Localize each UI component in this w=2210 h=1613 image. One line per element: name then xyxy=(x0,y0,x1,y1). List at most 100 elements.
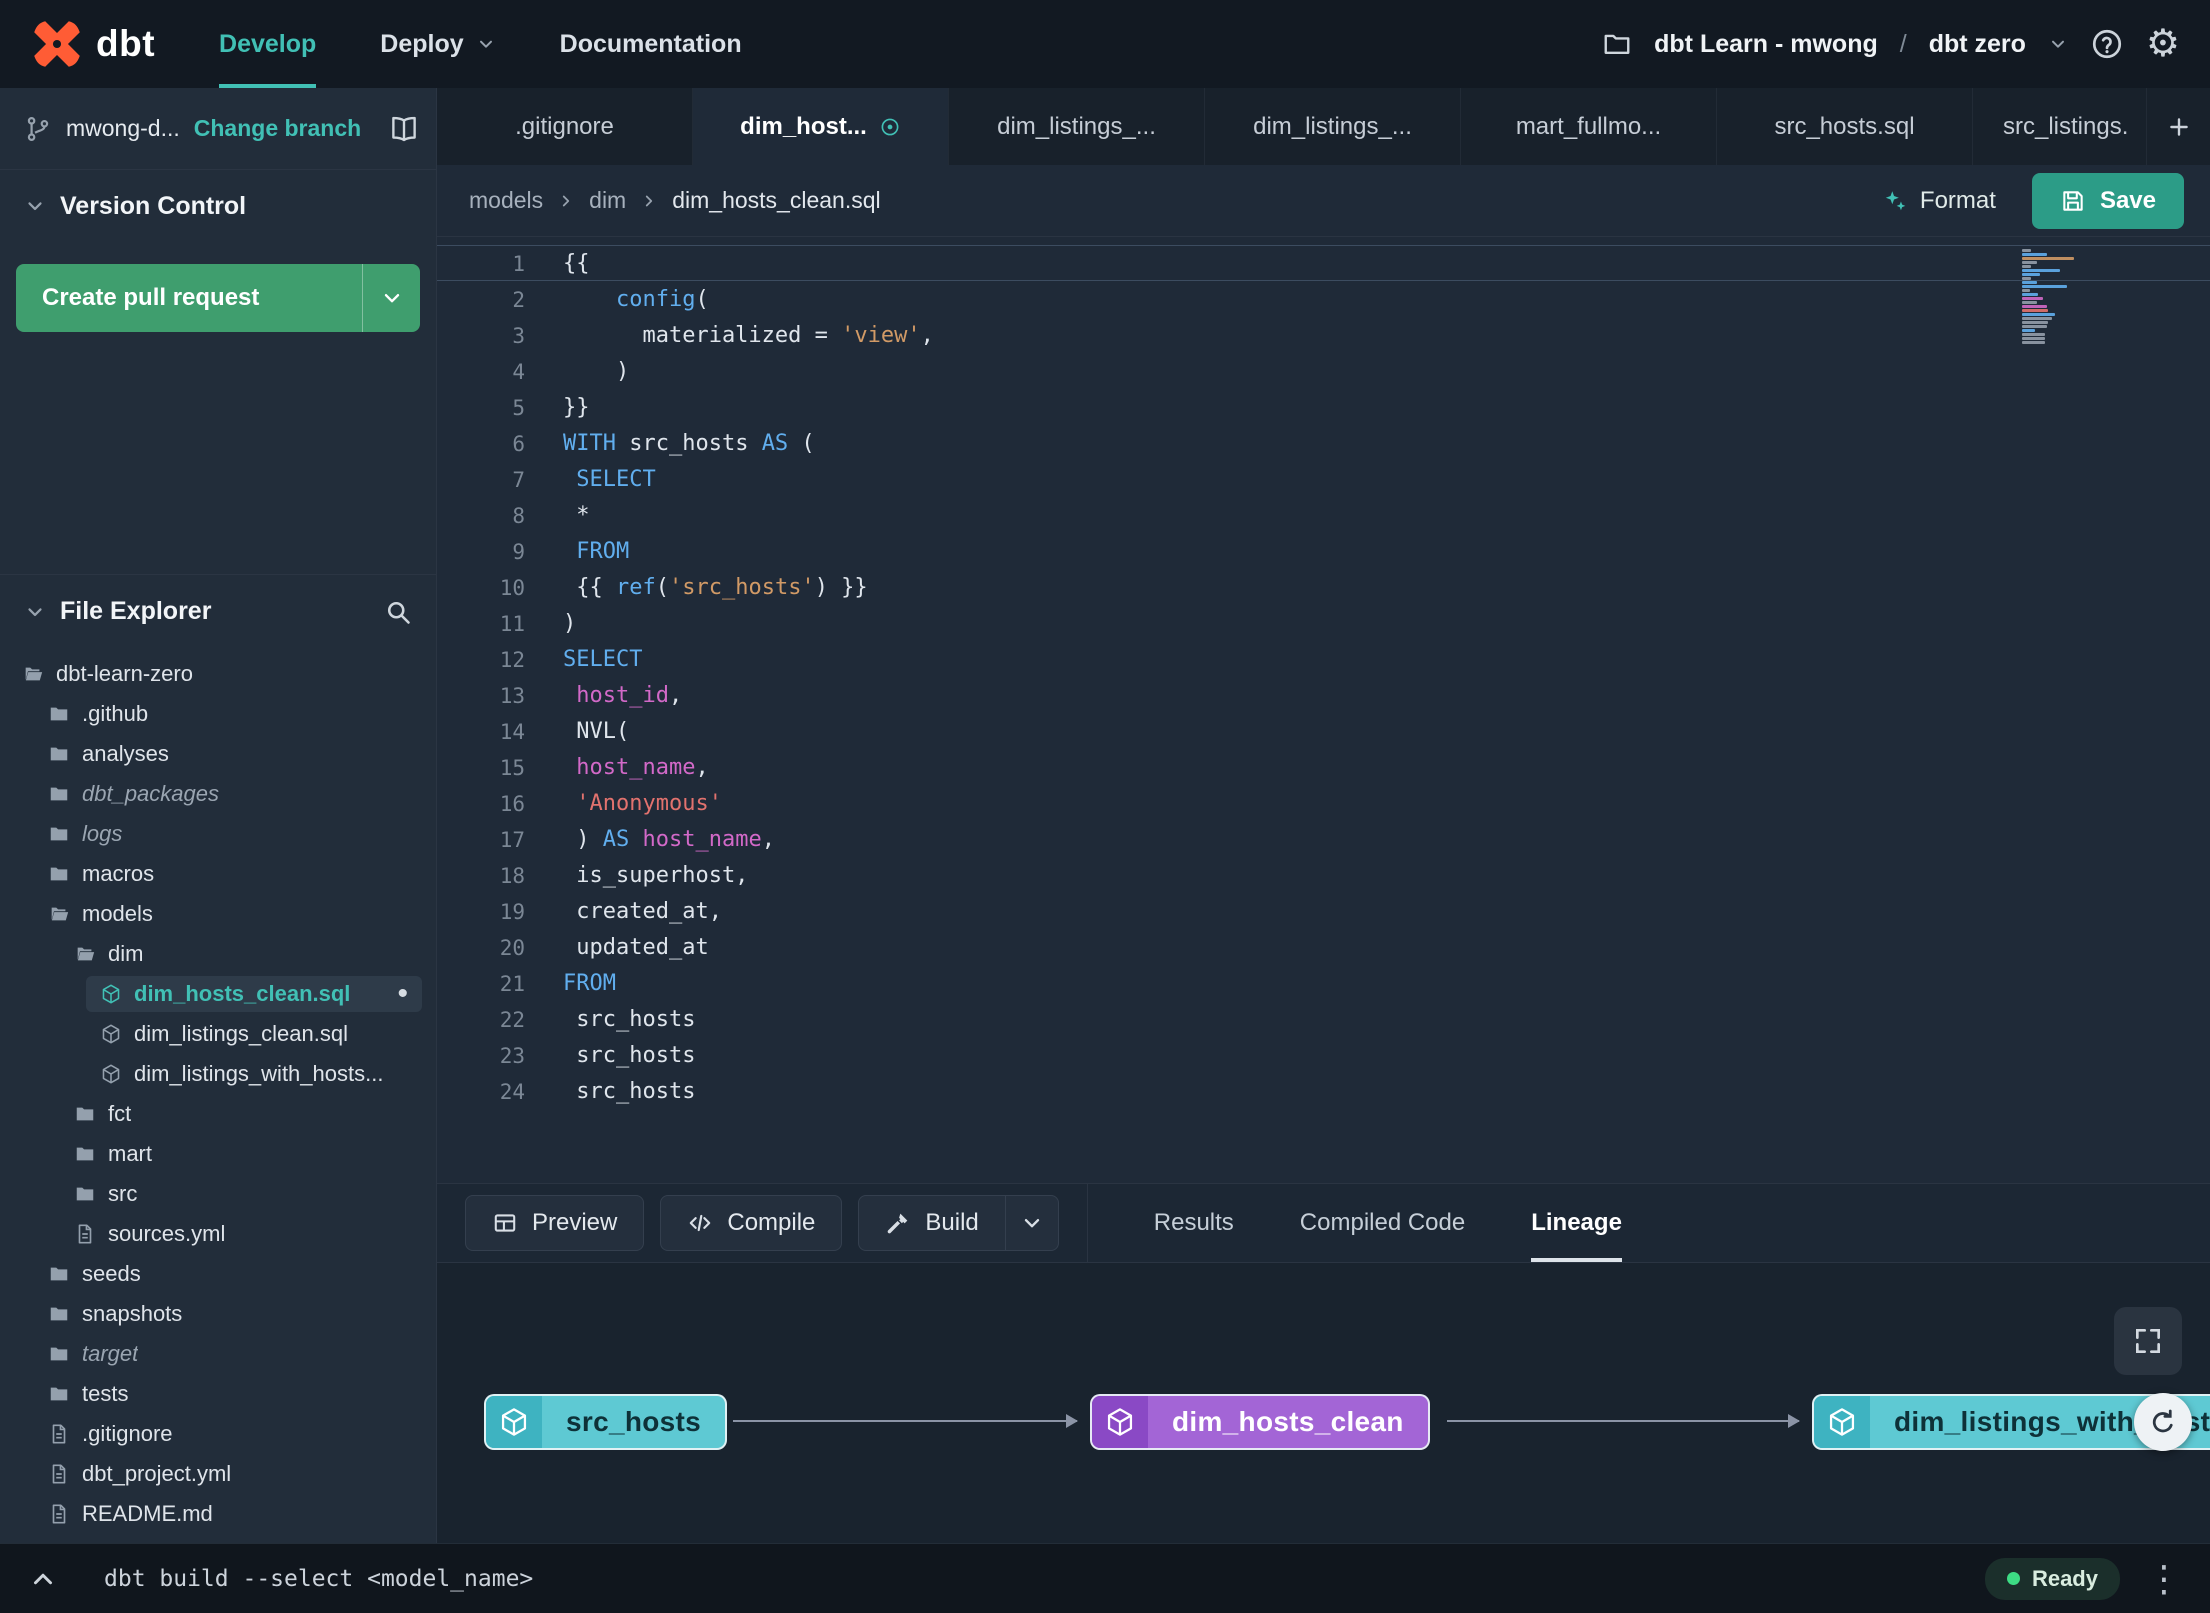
tree-item[interactable]: models xyxy=(0,894,436,934)
code-line[interactable]: 21 FROM xyxy=(437,965,2210,1001)
code-line[interactable]: 24 src_hosts xyxy=(437,1073,2210,1109)
tree-item[interactable]: dbt_packages xyxy=(0,774,436,814)
tree-item[interactable]: seeds xyxy=(0,1254,436,1294)
editor-tab[interactable]: dim_listings_... xyxy=(1205,88,1461,165)
editor-tab[interactable]: src_hosts.sql xyxy=(1717,88,1973,165)
editor-tab[interactable]: dim_listings_... xyxy=(949,88,1205,165)
editor-tab[interactable]: mart_fullmo... xyxy=(1461,88,1717,165)
preview-button[interactable]: Preview xyxy=(465,1195,645,1251)
dbt-logo[interactable]: dbt xyxy=(30,0,155,88)
format-button[interactable]: Format xyxy=(1882,187,1996,215)
tree-item[interactable]: dbt-learn-zero xyxy=(0,654,436,694)
nav-item-documentation[interactable]: Documentation xyxy=(560,0,742,88)
tree-item[interactable]: target xyxy=(0,1334,436,1374)
code-line[interactable]: 18 is_superhost, xyxy=(437,857,2210,893)
create-pull-request-button[interactable]: Create pull request xyxy=(16,264,420,332)
editor-tab[interactable]: .gitignore xyxy=(437,88,693,165)
file-explorer-header[interactable]: File Explorer xyxy=(0,575,436,648)
environment-caret-icon[interactable] xyxy=(2048,34,2068,54)
gear-icon[interactable]: ⚙ xyxy=(2146,25,2180,63)
chevron-down-icon[interactable] xyxy=(24,195,46,217)
refresh-lineage-button[interactable] xyxy=(2134,1393,2192,1451)
code-line[interactable]: 20 updated_at xyxy=(437,929,2210,965)
code-editor[interactable]: 1{{2 config(3 materialized = 'view', 4 ) 5… xyxy=(437,237,2210,1183)
code-line[interactable]: 13 host_id, xyxy=(437,677,2210,713)
tree-item[interactable]: tests xyxy=(0,1374,436,1414)
folder-open-icon xyxy=(22,663,44,685)
editor-tab[interactable]: src_listings. xyxy=(1973,88,2146,165)
code-line[interactable]: 1 {{ xyxy=(437,245,2210,281)
tree-item[interactable]: macros xyxy=(0,854,436,894)
breadcrumb-item[interactable]: dim xyxy=(589,187,626,214)
save-button[interactable]: Save xyxy=(2031,172,2184,229)
tree-item[interactable]: logs xyxy=(0,814,436,854)
minimap[interactable] xyxy=(2022,249,2078,344)
version-control-header[interactable]: Version Control xyxy=(0,170,436,242)
editor-tab[interactable]: dim_host... xyxy=(693,88,949,165)
tree-item[interactable]: sources.yml xyxy=(0,1214,436,1254)
chevron-down-icon[interactable] xyxy=(24,601,46,623)
build-dropdown-caret[interactable] xyxy=(1004,1195,1059,1251)
branch-name: mwong-d... xyxy=(66,115,180,141)
tree-item[interactable]: dbt_project.yml xyxy=(0,1454,436,1494)
tree-item[interactable]: src xyxy=(0,1174,436,1214)
tree-item[interactable]: snapshots xyxy=(0,1294,436,1334)
command-hint[interactable]: dbt build --select <model_name> xyxy=(104,1566,533,1592)
lineage-graph[interactable]: src_hosts dim_hosts_clean dim_listings_wit… xyxy=(437,1263,2210,1543)
code-line[interactable]: 22 src_hosts xyxy=(437,1001,2210,1037)
tree-item[interactable]: fct xyxy=(0,1094,436,1134)
build-button[interactable]: Build xyxy=(858,1195,1006,1251)
tree-item[interactable]: analyses xyxy=(0,734,436,774)
nav-item-develop[interactable]: Develop xyxy=(219,0,317,88)
docs-book-icon[interactable] xyxy=(389,114,419,144)
breadcrumb-item[interactable]: models xyxy=(469,187,543,214)
code-line[interactable]: 17 ) AS host_name, xyxy=(437,821,2210,857)
breadcrumb: models dim dim_hosts_clean.sql xyxy=(469,187,881,214)
code-line[interactable]: 6 WITH src_hosts AS ( xyxy=(437,425,2210,461)
panel-tab-results[interactable]: Results xyxy=(1154,1184,1234,1262)
code-line[interactable]: 9 FROM xyxy=(437,533,2210,569)
code-line[interactable]: 3 materialized = 'view', xyxy=(437,317,2210,353)
new-tab-button[interactable] xyxy=(2146,88,2210,165)
lineage-node[interactable]: dim_hosts_clean xyxy=(1090,1394,1430,1450)
code-line[interactable]: 7 SELECT xyxy=(437,461,2210,497)
change-branch-link[interactable]: Change branch xyxy=(194,115,361,142)
fullscreen-button[interactable] xyxy=(2114,1307,2182,1375)
tree-item[interactable]: .gitignore xyxy=(0,1414,436,1454)
kebab-menu-icon[interactable]: ⋮ xyxy=(2146,1560,2182,1597)
branch-bar: mwong-d... Change branch xyxy=(0,88,436,170)
code-line[interactable]: 10 {{ ref('src_hosts') }} xyxy=(437,569,2210,605)
nav-item-deploy[interactable]: Deploy xyxy=(380,0,495,88)
code-line[interactable]: 8 * xyxy=(437,497,2210,533)
code-line[interactable]: 11) xyxy=(437,605,2210,641)
tree-item[interactable]: dim xyxy=(0,934,436,974)
chevron-up-icon[interactable] xyxy=(28,1564,58,1594)
code-line[interactable]: 5}} xyxy=(437,389,2210,425)
tree-item[interactable]: dim_hosts_clean.sql • xyxy=(0,974,436,1014)
code-line[interactable]: 19 created_at, xyxy=(437,893,2210,929)
code-line[interactable]: 16 'Anonymous' xyxy=(437,785,2210,821)
tree-item[interactable]: dim_listings_with_hosts... xyxy=(0,1054,436,1094)
code-line[interactable]: 23 src_hosts xyxy=(437,1037,2210,1073)
search-icon[interactable] xyxy=(384,598,412,626)
pr-dropdown-caret[interactable] xyxy=(362,264,420,332)
code-line[interactable]: 15 host_name, xyxy=(437,749,2210,785)
code-line[interactable]: 2 config( xyxy=(437,281,2210,317)
project-name[interactable]: dbt Learn - mwong xyxy=(1654,30,1878,59)
tree-item[interactable]: dim_listings_clean.sql xyxy=(0,1014,436,1054)
tree-item[interactable]: README.md xyxy=(0,1494,436,1534)
line-content: src_hosts xyxy=(563,1007,696,1032)
lineage-node[interactable]: src_hosts xyxy=(484,1394,727,1450)
help-icon[interactable] xyxy=(2090,27,2124,61)
tree-item[interactable]: .github xyxy=(0,694,436,734)
line-number: 6 xyxy=(512,432,525,456)
code-line[interactable]: 4 ) xyxy=(437,353,2210,389)
breadcrumb-item[interactable]: dim_hosts_clean.sql xyxy=(672,187,880,214)
compile-button[interactable]: Compile xyxy=(660,1195,843,1251)
code-line[interactable]: 12 SELECT xyxy=(437,641,2210,677)
environment-name[interactable]: dbt zero xyxy=(1929,30,2026,59)
tree-item[interactable]: mart xyxy=(0,1134,436,1174)
panel-tab-lineage[interactable]: Lineage xyxy=(1531,1184,1622,1262)
panel-tab-compiled-code[interactable]: Compiled Code xyxy=(1300,1184,1465,1262)
code-line[interactable]: 14 NVL( xyxy=(437,713,2210,749)
